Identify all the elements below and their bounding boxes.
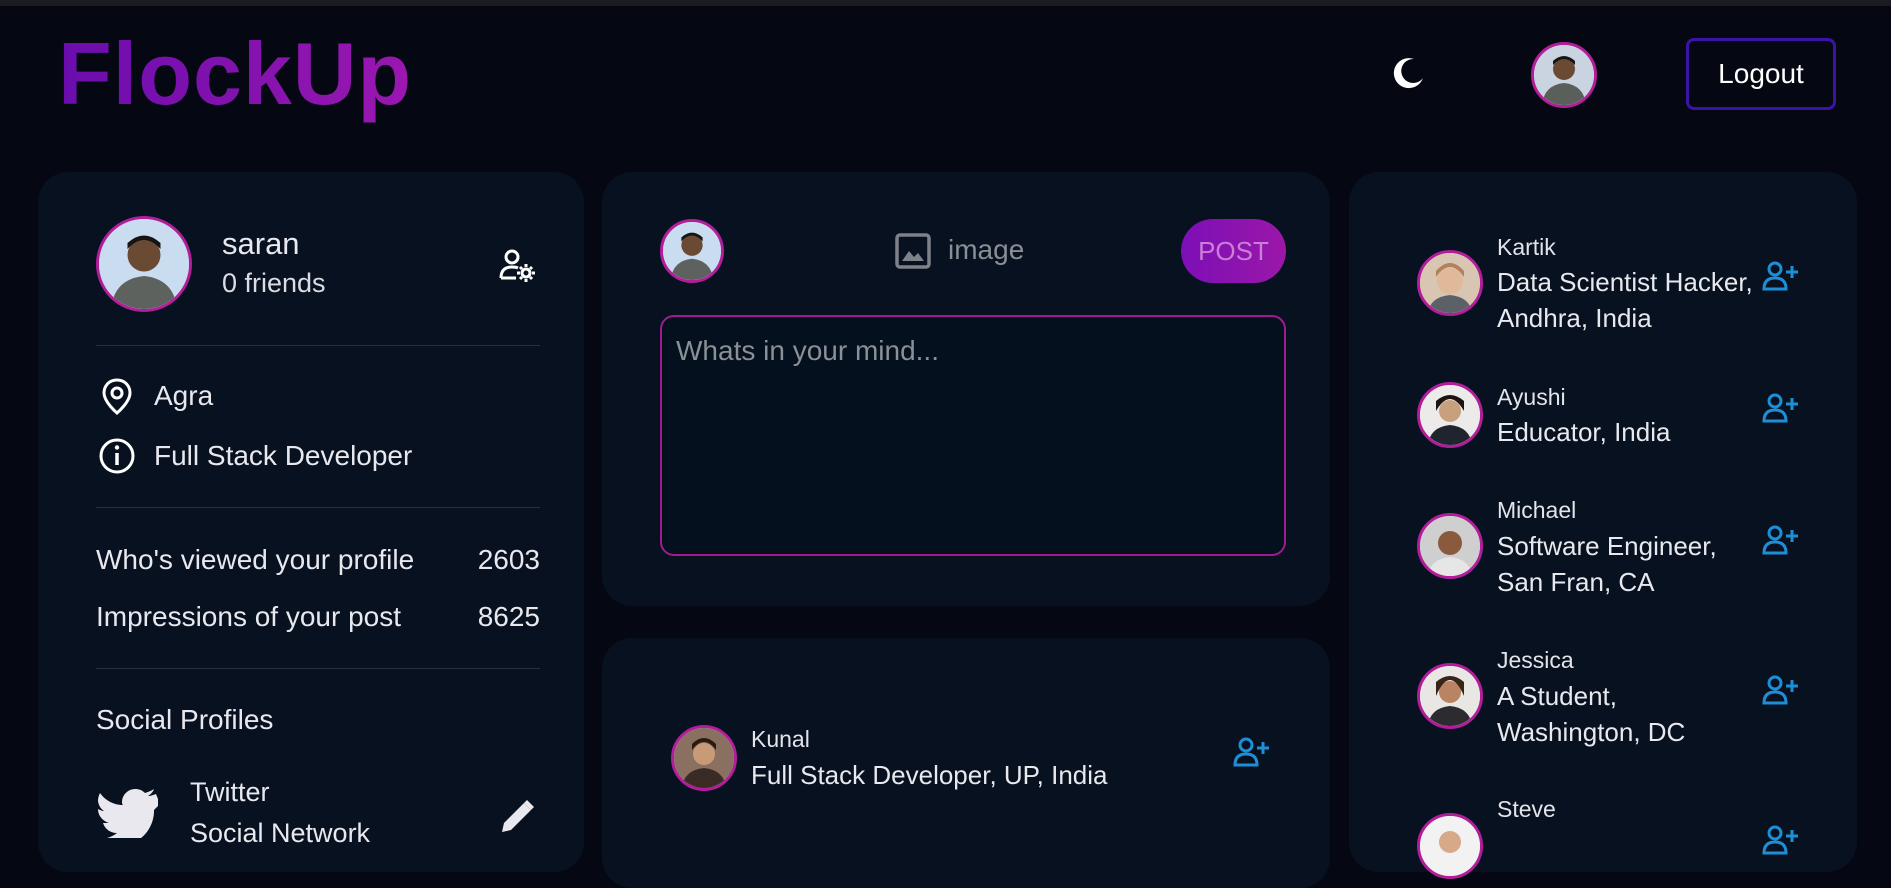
manage-account-icon[interactable] xyxy=(498,246,536,284)
feed-post-author[interactable]: Kunal xyxy=(751,726,810,753)
image-icon[interactable] xyxy=(894,232,932,270)
app-logo[interactable]: FlockUp xyxy=(58,24,412,124)
profile-occupation: Full Stack Developer xyxy=(154,440,413,471)
location-pin-icon xyxy=(102,378,132,415)
edit-pencil-icon[interactable] xyxy=(498,798,536,836)
profile-avatar[interactable] xyxy=(96,216,192,312)
suggestion-name[interactable]: Ayushi xyxy=(1497,384,1566,411)
suggestion-avatar[interactable] xyxy=(1417,663,1483,729)
feed-post-author-subtitle: Full Stack Developer, UP, India xyxy=(751,760,1108,790)
suggestion-name[interactable]: Kartik xyxy=(1497,234,1556,261)
moon-icon[interactable] xyxy=(1392,56,1426,90)
post-button[interactable]: POST xyxy=(1181,219,1286,283)
stat-value-post-impressions: 8625 xyxy=(477,601,540,632)
suggestion-avatar[interactable] xyxy=(1417,250,1483,316)
post-text-input[interactable]: Whats in your mind... xyxy=(660,315,1286,556)
profile-divider xyxy=(96,345,540,346)
twitter-icon xyxy=(98,789,158,838)
add-friend-icon[interactable] xyxy=(1762,824,1800,856)
suggestion-subtitle: Educator, India xyxy=(1497,417,1671,447)
add-friend-icon[interactable] xyxy=(1762,674,1800,706)
suggestion-avatar[interactable] xyxy=(1417,382,1483,448)
suggestion-avatar[interactable] xyxy=(1417,813,1483,879)
social-profiles-heading: Social Profiles xyxy=(96,704,274,735)
add-friend-icon[interactable] xyxy=(1762,392,1800,424)
suggestion-name[interactable]: Steve xyxy=(1497,796,1556,823)
stat-label-profile-views: Who's viewed your profile xyxy=(96,544,415,575)
window-top-strip xyxy=(0,0,1891,6)
stat-label-post-impressions: Impressions of your post xyxy=(96,601,402,632)
profile-divider xyxy=(96,507,540,508)
suggestion-subtitle: Software Engineer, San Fran, CA xyxy=(1497,531,1717,597)
stat-value-profile-views: 2603 xyxy=(477,544,540,575)
social-twitter-name: Twitter xyxy=(190,777,270,807)
header-avatar[interactable] xyxy=(1531,42,1597,108)
add-friend-icon[interactable] xyxy=(1762,260,1800,292)
suggestion-name[interactable]: Michael xyxy=(1497,497,1576,524)
profile-location: Agra xyxy=(154,380,214,411)
add-friend-icon[interactable] xyxy=(1762,524,1800,556)
image-upload-label[interactable]: image xyxy=(948,234,1024,266)
suggestion-avatar[interactable] xyxy=(1417,513,1483,579)
profile-friends-count: 0 friends xyxy=(222,268,326,298)
suggestion-subtitle: Data Scientist Hacker, Andhra, India xyxy=(1497,267,1753,333)
suggestion-subtitle: A Student, Washington, DC xyxy=(1497,681,1686,747)
add-friend-icon[interactable] xyxy=(1233,736,1271,768)
composer-avatar[interactable] xyxy=(660,219,724,283)
feed-post-avatar[interactable] xyxy=(671,725,737,791)
logout-button[interactable]: Logout xyxy=(1686,38,1836,110)
profile-divider xyxy=(96,668,540,669)
info-icon xyxy=(99,438,135,474)
profile-name[interactable]: saran xyxy=(222,226,300,262)
suggestion-name[interactable]: Jessica xyxy=(1497,647,1574,674)
